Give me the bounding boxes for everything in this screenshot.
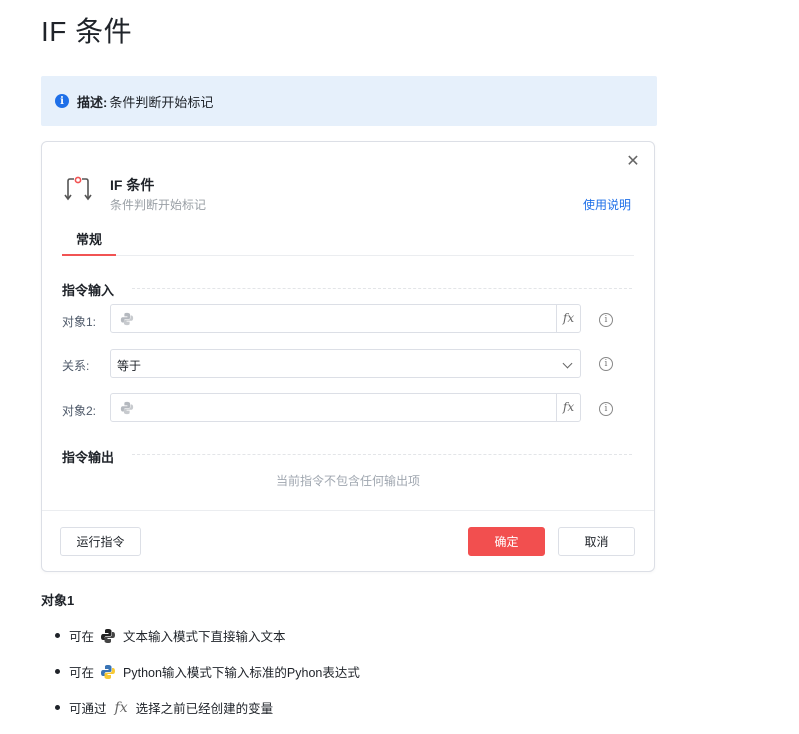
list-item-prefix: 可在	[69, 666, 95, 680]
description-label: 描述:	[77, 94, 108, 110]
description-banner: i 描述: 条件判断开始标记	[41, 76, 657, 126]
command-dialog: ✕ IF 条件 条件判断开始标记 使用说明 常规 指令输入 对象1: fx i …	[41, 141, 655, 572]
footer-divider	[42, 510, 654, 511]
chevron-down-icon	[562, 358, 573, 369]
object1-label: 对象1:	[62, 315, 97, 329]
list-item: 可在 Python输入模式下输入标准的Pyhon表达式	[55, 662, 360, 681]
python-icon[interactable]	[120, 401, 134, 415]
relation-select[interactable]: 等于	[110, 349, 581, 378]
page-title: IF 条件	[41, 16, 133, 47]
relation-info-icon[interactable]: i	[599, 357, 613, 371]
relation-label: 关系:	[62, 359, 90, 373]
description-text: 条件判断开始标记	[109, 94, 214, 110]
tab-bar: 常规	[62, 230, 634, 256]
python-color-icon	[101, 664, 116, 679]
object2-input[interactable]: fx	[110, 393, 581, 422]
object2-label: 对象2:	[62, 404, 97, 418]
list-item-text: 选择之前已经创建的变量	[135, 702, 274, 716]
input-section-title: 指令输入	[62, 283, 115, 298]
dialog-title: IF 条件	[110, 177, 155, 193]
fx-button[interactable]: fx	[556, 305, 580, 332]
object1-input[interactable]: fx	[110, 304, 581, 333]
bullet	[55, 669, 60, 674]
close-icon[interactable]: ✕	[625, 154, 641, 170]
section-divider	[132, 454, 632, 455]
if-branch-icon	[64, 176, 92, 201]
object1-info-icon[interactable]: i	[599, 313, 613, 327]
python-icon[interactable]	[120, 312, 134, 326]
fx-button[interactable]: fx	[556, 394, 580, 421]
list-item: 可在 文本输入模式下直接输入文本	[55, 626, 286, 645]
tab-general[interactable]: 常规	[62, 230, 116, 256]
list-item: 可通过 fx 选择之前已经创建的变量	[55, 698, 273, 717]
relation-value: 等于	[117, 359, 142, 373]
cancel-button[interactable]: 取消	[558, 527, 635, 556]
object2-info-icon[interactable]: i	[599, 402, 613, 416]
fx-icon: fx	[114, 699, 128, 716]
bullet	[55, 633, 60, 638]
section-divider	[132, 288, 632, 289]
python-bw-icon	[101, 628, 116, 643]
list-item-text: 文本输入模式下直接输入文本	[123, 630, 286, 644]
output-section-title: 指令输出	[62, 450, 115, 465]
list-item-text: Python输入模式下输入标准的Pyhon表达式	[123, 666, 360, 680]
bullet	[55, 705, 60, 710]
info-icon: i	[55, 94, 69, 108]
confirm-button[interactable]: 确定	[468, 527, 545, 556]
list-item-prefix: 可通过	[69, 702, 107, 716]
list-item-prefix: 可在	[69, 630, 95, 644]
run-command-button[interactable]: 运行指令	[60, 527, 141, 556]
dialog-subtitle: 条件判断开始标记	[110, 198, 207, 212]
help-link[interactable]: 使用说明	[583, 196, 631, 213]
empty-output-text: 当前指令不包含任何输出项	[275, 474, 420, 488]
doc-heading: 对象1	[41, 593, 75, 608]
